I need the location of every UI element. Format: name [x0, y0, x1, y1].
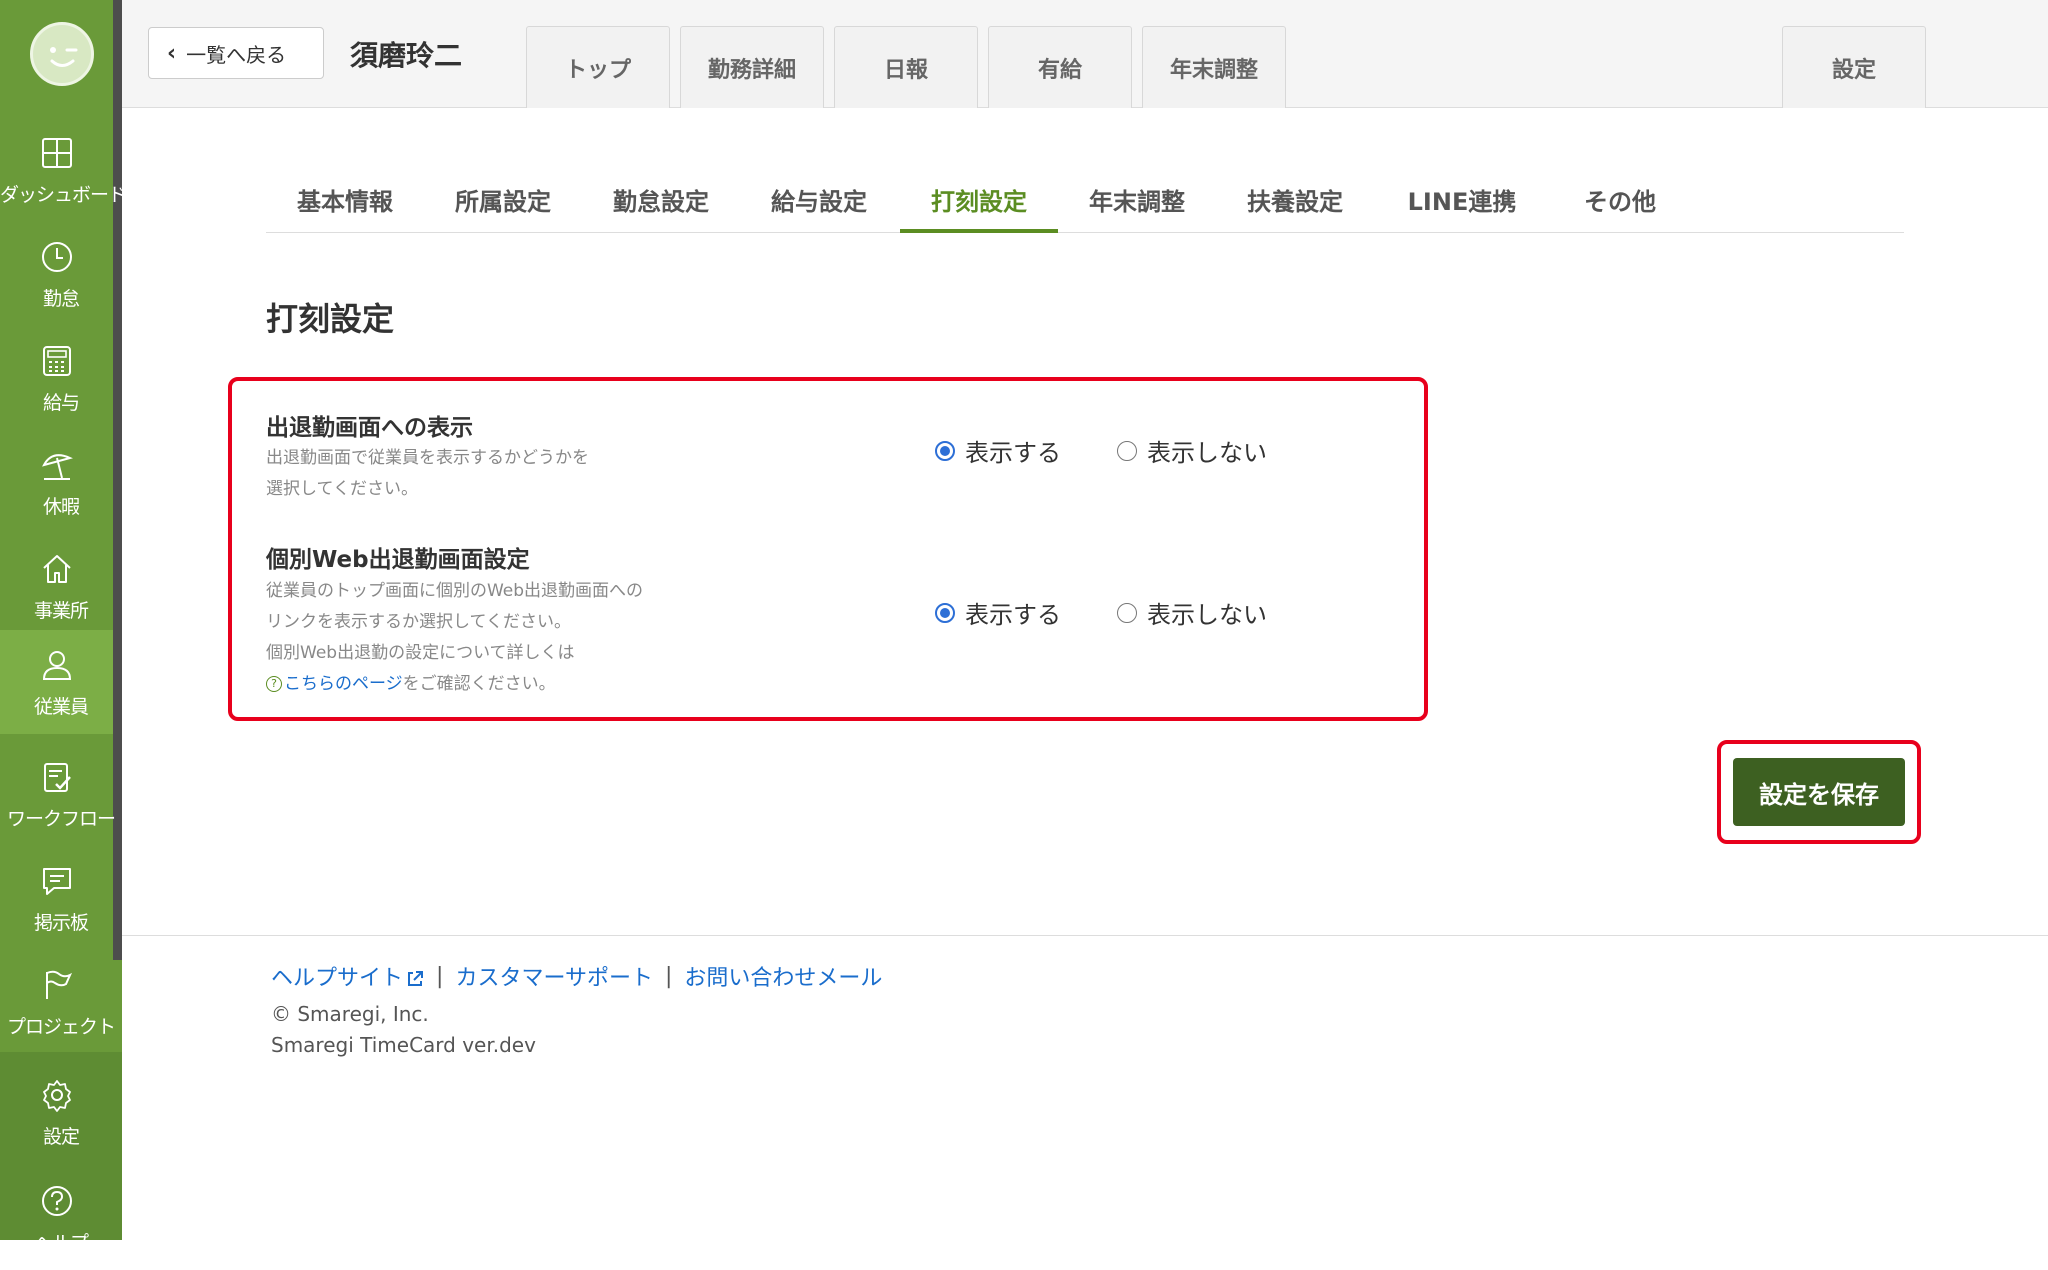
subtab-punch-settings[interactable]: 打刻設定 — [900, 170, 1058, 233]
dashboard-icon — [42, 138, 72, 168]
desc-line: リンクを表示するか選択してください。 — [266, 612, 571, 632]
clipboard-check-icon — [44, 763, 71, 792]
subtab-line[interactable]: LINE連携 — [1374, 170, 1550, 233]
sidebar-item-label: 従業員 — [33, 696, 89, 718]
tab-top[interactable]: トップ — [526, 26, 670, 108]
subtab-attendance[interactable]: 勤怠設定 — [582, 170, 740, 233]
version: Smaregi TimeCard ver.dev — [271, 1033, 536, 1057]
sidebar-item-salary[interactable]: 給与 — [0, 326, 113, 430]
sidebar-item-workflow[interactable]: ワークフロー — [0, 742, 116, 846]
sidebar-item-label: プロジェクト — [6, 1016, 116, 1038]
tab-paid-leave[interactable]: 有給 — [988, 26, 1132, 108]
help-icon — [42, 1186, 72, 1216]
sidebar-item-office[interactable]: 事業所 — [0, 534, 113, 638]
web-radio-show[interactable]: 表示する — [935, 595, 1061, 630]
sidebar-item-leave[interactable]: 休暇 — [0, 430, 113, 534]
sidebar: ダッシュボード 勤怠 給与 休暇 事業所 従業員 ワークフロー 掲示板 プロジェ… — [0, 0, 122, 1254]
sidebar-item-label: ダッシュボード — [0, 184, 122, 206]
details-page-link[interactable]: こちらのページ — [284, 674, 403, 694]
help-site-link[interactable]: ヘルプサイト — [271, 960, 424, 992]
flag-icon — [46, 970, 73, 999]
radio-unselected-icon[interactable] — [1117, 602, 1137, 623]
sidebar-item-bulletin[interactable]: 掲示板 — [0, 846, 113, 950]
help-site-label: ヘルプサイト — [271, 966, 404, 991]
save-settings-button[interactable]: 設定を保存 — [1733, 758, 1905, 826]
calculator-icon — [43, 346, 71, 376]
radio-label: 表示しない — [1147, 439, 1267, 467]
help-question-icon: ? — [266, 676, 282, 692]
sidebar-item-project[interactable]: プロジェクト — [0, 950, 116, 1054]
logo-icon[interactable] — [30, 22, 94, 86]
subtab-year-end[interactable]: 年末調整 — [1058, 170, 1216, 233]
sidebar-item-label: ヘルプ — [33, 1232, 89, 1254]
chat-icon — [43, 868, 71, 895]
subtab-basic-info[interactable]: 基本情報 — [266, 170, 424, 233]
web-radio-hide[interactable]: 表示しない — [1117, 595, 1267, 630]
footer: ヘルプサイト | カスタマーサポート | お問い合わせメール © Smaregi… — [122, 935, 2048, 1240]
radio-selected-icon[interactable] — [935, 440, 955, 461]
customer-support-link[interactable]: カスタマーサポート — [455, 960, 653, 992]
desc-line: 出退勤画面で従業員を表示するかどうかを — [266, 448, 589, 468]
tab-year-end[interactable]: 年末調整 — [1142, 26, 1286, 108]
sidebar-item-label: 勤怠 — [42, 288, 80, 310]
back-button-label: 一覧へ戻る — [186, 42, 287, 67]
person-icon — [42, 651, 72, 680]
subtab-affiliation[interactable]: 所属設定 — [424, 170, 582, 233]
subtab-salary[interactable]: 給与設定 — [740, 170, 898, 233]
employee-name: 須磨玲二 — [350, 39, 463, 72]
sidebar-item-settings[interactable]: 設定 — [0, 1060, 113, 1164]
display-radio-hide[interactable]: 表示しない — [1117, 433, 1267, 468]
radio-label: 表示しない — [1147, 601, 1267, 629]
sidebar-item-attendance[interactable]: 勤怠 — [0, 222, 113, 326]
contact-mail-link[interactable]: お問い合わせメール — [684, 960, 882, 992]
page-title: 打刻設定 — [266, 300, 395, 338]
subtab-other[interactable]: その他 — [1550, 170, 1690, 233]
web-punch-setting-description: 従業員のトップ画面に個別のWeb出退勤画面への リンクを表示するか選択してくださ… — [266, 576, 643, 700]
sidebar-item-help[interactable]: ヘルプ — [0, 1166, 113, 1270]
radio-label: 表示する — [965, 601, 1061, 629]
footer-links: ヘルプサイト | カスタマーサポート | お問い合わせメール — [271, 960, 882, 992]
radio-unselected-icon[interactable] — [1117, 440, 1137, 461]
radio-selected-icon[interactable] — [935, 602, 955, 623]
page-header: ‹ 一覧へ戻る 須磨玲二 トップ 勤務詳細 日報 有給 年末調整 設定 — [122, 0, 2048, 108]
subtab-dependents[interactable]: 扶養設定 — [1216, 170, 1374, 233]
display-radio-show[interactable]: 表示する — [935, 433, 1061, 468]
display-setting-title: 出退勤画面への表示 — [266, 415, 473, 441]
radio-label: 表示する — [965, 439, 1061, 467]
sidebar-item-label: 事業所 — [33, 600, 89, 622]
desc-line: ? こちらのページをご確認ください。 — [266, 669, 643, 700]
tab-settings[interactable]: 設定 — [1782, 26, 1926, 108]
sidebar-item-dashboard[interactable]: ダッシュボード — [0, 118, 122, 222]
display-setting-description: 出退勤画面で従業員を表示するかどうかを 選択してください。 — [266, 443, 589, 505]
sidebar-item-label: 掲示板 — [33, 912, 89, 934]
desc-tail: をご確認ください。 — [402, 674, 556, 694]
clock-icon — [42, 242, 72, 272]
desc-line: 個別Web出退勤の設定について詳しくは — [266, 643, 575, 663]
settings-subtabs: 基本情報 所属設定 勤怠設定 給与設定 打刻設定 年末調整 扶養設定 LINE連… — [266, 170, 1904, 233]
desc-line: 従業員のトップ画面に個別のWeb出退勤画面への — [266, 581, 644, 601]
tab-work-detail[interactable]: 勤務詳細 — [680, 26, 824, 108]
chevron-left-icon: ‹ — [167, 40, 177, 66]
gear-icon — [43, 1080, 71, 1112]
web-punch-setting-title: 個別Web出退勤画面設定 — [266, 547, 530, 573]
home-icon — [43, 555, 71, 583]
back-to-list-button[interactable]: ‹ 一覧へ戻る — [148, 27, 324, 79]
sidebar-item-label: 休暇 — [42, 496, 80, 518]
tab-daily-report[interactable]: 日報 — [834, 26, 978, 108]
beach-umbrella-icon — [42, 454, 73, 480]
desc-line: 選択してください。 — [266, 479, 418, 499]
footer-separator: | — [436, 963, 444, 989]
sidebar-item-label: 給与 — [42, 392, 80, 414]
sidebar-item-employees[interactable]: 従業員 — [0, 630, 113, 734]
copyright: © Smaregi, Inc. — [271, 1002, 429, 1026]
sidebar-item-label: ワークフロー — [6, 808, 116, 830]
footer-separator: | — [665, 963, 673, 989]
sidebar-item-label: 設定 — [42, 1126, 80, 1148]
external-link-icon — [408, 971, 424, 986]
